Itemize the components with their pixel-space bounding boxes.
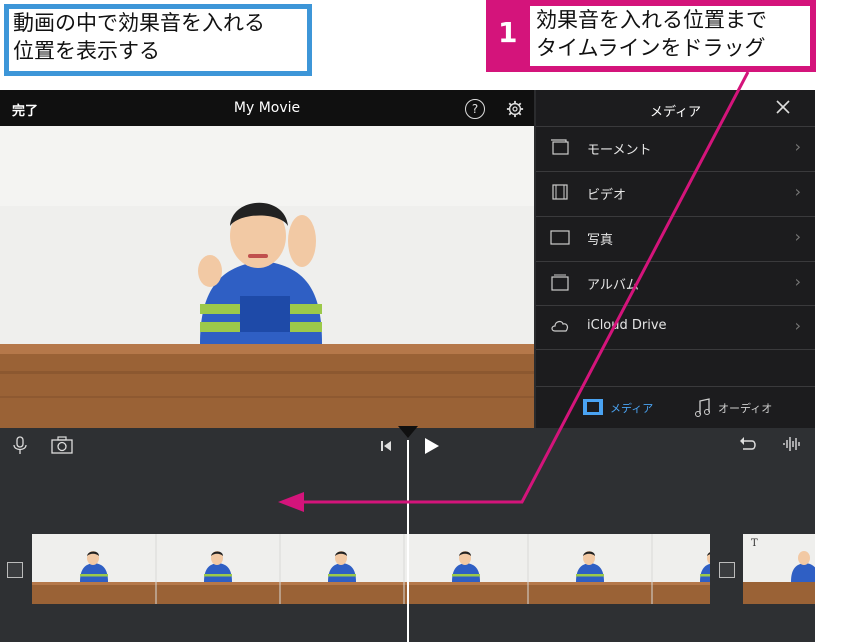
film-icon: [552, 184, 568, 200]
media-item-album[interactable]: アルバム ›: [536, 262, 815, 306]
divider: [536, 349, 815, 350]
callout-line-1: 動画の中で効果音を入れる: [13, 11, 265, 35]
chevron-right-icon: ›: [794, 137, 801, 156]
chevron-right-icon: ›: [794, 272, 801, 291]
media-item-moments[interactable]: モーメント ›: [536, 127, 815, 171]
album-icon: [551, 274, 569, 291]
step-number: 1: [498, 16, 518, 49]
video-preview[interactable]: [0, 126, 534, 428]
tab-label: メディア: [610, 402, 654, 415]
skip-back-icon[interactable]: [376, 436, 396, 456]
microphone-icon[interactable]: [10, 435, 30, 455]
close-icon[interactable]: [772, 96, 794, 118]
title-marker-icon[interactable]: T: [751, 538, 758, 549]
cloud-icon: [551, 320, 569, 332]
video-clip[interactable]: [32, 534, 710, 604]
video-clip[interactable]: T: [743, 534, 815, 604]
transition-icon[interactable]: [7, 562, 23, 578]
media-item-label: モーメント: [587, 143, 652, 158]
movie-title: My Movie: [233, 100, 301, 116]
film-icon: [583, 399, 603, 415]
chevron-right-icon: ›: [794, 316, 801, 335]
callout-step-1: 1 効果音を入れる位置まで タイムラインをドラッグ: [486, 0, 816, 72]
play-icon[interactable]: [422, 436, 442, 456]
media-item-label: アルバム: [587, 278, 639, 293]
help-icon[interactable]: ?: [465, 99, 485, 119]
tab-label: オーディオ: [718, 402, 773, 415]
clip-thumbnails: [32, 534, 710, 604]
gear-icon[interactable]: [506, 100, 524, 118]
media-item-icloud-drive[interactable]: iCloud Drive ›: [536, 306, 815, 350]
moments-icon: [551, 139, 569, 155]
camera-icon[interactable]: [50, 435, 74, 455]
playhead-marker[interactable]: [398, 426, 418, 440]
media-item-photos[interactable]: 写真 ›: [536, 217, 815, 261]
media-item-video[interactable]: ビデオ ›: [536, 172, 815, 216]
callout-line-2: 位置を表示する: [13, 39, 160, 63]
media-item-label: ビデオ: [587, 188, 627, 203]
transition-icon[interactable]: [719, 562, 735, 578]
music-note-icon: [695, 398, 710, 417]
photo-icon: [550, 230, 570, 245]
tab-media[interactable]: メディア: [582, 398, 653, 420]
chevron-right-icon: ›: [794, 182, 801, 201]
chevron-right-icon: ›: [794, 227, 801, 246]
callout-line-2: タイムラインをドラッグ: [536, 36, 766, 60]
media-item-label: iCloud Drive: [587, 318, 667, 333]
video-frame-image: [0, 126, 534, 428]
tab-audio[interactable]: オーディオ: [694, 398, 772, 422]
media-item-label: 写真: [587, 233, 614, 248]
callout-line-1: 効果音を入れる位置まで: [536, 8, 767, 32]
playhead[interactable]: [407, 440, 409, 642]
undo-icon[interactable]: [738, 434, 758, 454]
media-tab-bar: [536, 386, 815, 429]
audio-waveform-icon[interactable]: [782, 434, 802, 454]
callout-show-position: 動画の中で効果音を入れる 位置を表示する: [4, 4, 312, 76]
